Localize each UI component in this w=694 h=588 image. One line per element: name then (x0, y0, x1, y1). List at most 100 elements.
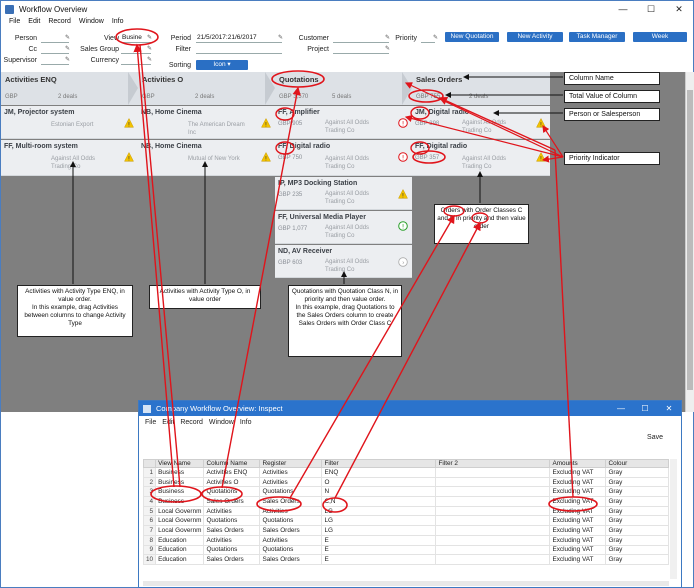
task-manager-button[interactable]: Task Manager (569, 32, 625, 42)
scrollbar-thumb[interactable] (687, 90, 693, 390)
grid-cell[interactable]: Activities (203, 534, 261, 546)
grid-cell[interactable]: E (321, 544, 437, 556)
card-home-cinema-1[interactable]: NB, Home Cinema The American Dream Inc ! (138, 106, 275, 139)
grid-cell[interactable] (435, 496, 551, 507)
column-header-quotations[interactable]: Quotations GBP 3,570 5 deals (275, 72, 412, 105)
grid-cell[interactable]: Business (155, 486, 205, 498)
paste-icon[interactable]: ✎ (385, 34, 390, 41)
minimize-icon[interactable]: — (609, 4, 637, 15)
column-header-sales-orders[interactable]: Sales Orders GBP 755 2 deals (412, 72, 550, 105)
sorting-select[interactable]: Icon ▾ (196, 60, 248, 70)
paste-icon[interactable]: ✎ (65, 56, 70, 63)
card-mp3-docking-station[interactable]: IP, MP3 Docking Station GBP 235 Against … (275, 177, 412, 210)
grid-cell[interactable]: Gray (605, 554, 669, 565)
grid-cell[interactable]: Quotations (203, 544, 261, 556)
paste-icon[interactable]: ✎ (147, 45, 152, 52)
column-header-activities-o[interactable]: Activities O GBP 2 deals (138, 72, 275, 105)
grid-cell[interactable]: Local Governm (155, 525, 205, 536)
grid-cell[interactable]: Excluding VAT (549, 486, 607, 498)
grid-cell[interactable]: Gray (605, 476, 669, 488)
table-row[interactable]: 8 Education Activities Activities E Excluding… (142, 534, 669, 546)
paste-icon[interactable]: ✎ (433, 34, 438, 41)
grid-cell[interactable]: Sales Orders (259, 496, 323, 507)
grid-cell[interactable]: Gray (605, 496, 669, 507)
grid-cell[interactable]: Local Governm (155, 515, 205, 527)
table-row[interactable]: 3 Business Quotations Quotations N Excluding … (142, 486, 669, 498)
grid-cell[interactable]: C,N (321, 496, 437, 507)
table-row[interactable]: 5 Local Governm Activities Activities LG Excl… (142, 505, 669, 517)
paste-icon[interactable]: ✎ (385, 45, 390, 52)
grid-cell[interactable]: Activities (259, 505, 323, 517)
grid-cell[interactable]: Gray (605, 515, 669, 527)
grid-cell[interactable]: Quotations (259, 515, 323, 527)
grid-cell[interactable]: Sales Orders (203, 554, 261, 565)
table-row[interactable]: 2 Business Activities O Activities O Excludin… (142, 476, 669, 488)
grid-scrollbar[interactable] (670, 459, 677, 579)
table-row[interactable]: 10 Education Sales Orders Sales Orders E Excl… (142, 554, 669, 565)
card-av-receiver[interactable]: ND, AV Receiver GBP 603 Against All Odds… (275, 245, 412, 278)
paste-icon[interactable]: ✎ (65, 34, 70, 41)
grid-cell[interactable]: Activities ENQ (203, 467, 261, 478)
save-button[interactable]: Save (647, 434, 663, 441)
card-amplifier[interactable]: FF, Amplifier GBP 905 Against All Odds T… (275, 106, 412, 139)
card-home-cinema-2[interactable]: NB, Home Cinema Mutual of New York ! (138, 140, 275, 176)
maximize-icon[interactable]: ☐ (637, 4, 665, 15)
grid-cell[interactable]: Activities (259, 534, 323, 546)
grid-cell[interactable]: Quotations (203, 515, 261, 527)
grid-cell[interactable]: Excluding VAT (549, 496, 607, 507)
grid-cell[interactable] (435, 534, 551, 546)
card-digital-radio-order-1[interactable]: JM, Digital radio GBP 398 Against All Od… (412, 106, 550, 139)
table-row[interactable]: 7 Local Governm Sales Orders Sales Orders LG… (142, 525, 669, 536)
grid-cell[interactable]: Gray (605, 534, 669, 546)
grid-cell[interactable] (435, 486, 551, 498)
maximize-icon[interactable]: ☐ (633, 404, 657, 413)
board-scrollbar[interactable] (685, 72, 694, 412)
menu-info[interactable]: Info (112, 18, 124, 29)
grid-cell[interactable]: Excluding VAT (549, 554, 607, 565)
paste-icon[interactable]: ✎ (147, 34, 152, 41)
menu-window[interactable]: Window (209, 419, 234, 426)
menu-file[interactable]: File (145, 419, 156, 426)
grid-cell[interactable]: Local Governm (155, 505, 205, 517)
grid-cell[interactable]: Sales Orders (259, 554, 323, 565)
menu-record[interactable]: Record (180, 419, 203, 426)
period-field[interactable]: 21/5/2017:21/6/2017 (196, 34, 282, 43)
grid-cell[interactable] (435, 515, 551, 527)
menu-edit[interactable]: Edit (162, 419, 174, 426)
close-icon[interactable]: ✕ (657, 404, 681, 413)
grid-cell[interactable]: Sales Orders (203, 496, 261, 507)
grid-cell[interactable] (435, 544, 551, 556)
grid-cell[interactable] (435, 505, 551, 517)
card-universal-media-player[interactable]: FF, Universal Media Player GBP 1,077 Aga… (275, 211, 412, 244)
grid-cell[interactable]: LG (321, 525, 437, 536)
grid-cell[interactable] (435, 554, 551, 565)
grid-cell[interactable]: Activities O (203, 476, 261, 488)
grid-cell[interactable]: Business (155, 496, 205, 507)
grid-cell[interactable]: LG (321, 505, 437, 517)
grid-cell[interactable]: Sales Orders (203, 525, 261, 536)
grid-cell[interactable]: N (321, 486, 437, 498)
grid-cell[interactable] (435, 467, 551, 478)
grid-cell[interactable]: Business (155, 467, 205, 478)
paste-icon[interactable]: ✎ (65, 45, 70, 52)
grid-cell[interactable]: Quotations (203, 486, 261, 498)
minimize-icon[interactable]: — (609, 404, 633, 413)
grid-cell[interactable]: Gray (605, 505, 669, 517)
grid-cell[interactable]: Gray (605, 467, 669, 478)
paste-icon[interactable]: ✎ (147, 56, 152, 63)
table-row[interactable]: 9 Education Quotations Quotations E Excluding… (142, 544, 669, 556)
project-field[interactable] (333, 45, 389, 54)
week-button[interactable]: Week (633, 32, 687, 42)
grid-cell[interactable]: Activities (259, 476, 323, 488)
grid-cell[interactable]: Activities (203, 505, 261, 517)
grid-cell[interactable]: Quotations (259, 544, 323, 556)
card-multi-room-system[interactable]: FF, Multi-room system Against All Odds T… (1, 140, 138, 176)
new-quotation-button[interactable]: New Quotation (445, 32, 499, 42)
grid-cell[interactable]: Quotations (259, 486, 323, 498)
grid-cell[interactable]: Activities (259, 467, 323, 478)
filter-field[interactable] (196, 45, 282, 54)
grid-cell[interactable]: Excluding VAT (549, 515, 607, 527)
grid-cell[interactable]: Excluding VAT (549, 525, 607, 536)
grid-cell[interactable]: Gray (605, 486, 669, 498)
grid-cell[interactable]: Education (155, 554, 205, 565)
